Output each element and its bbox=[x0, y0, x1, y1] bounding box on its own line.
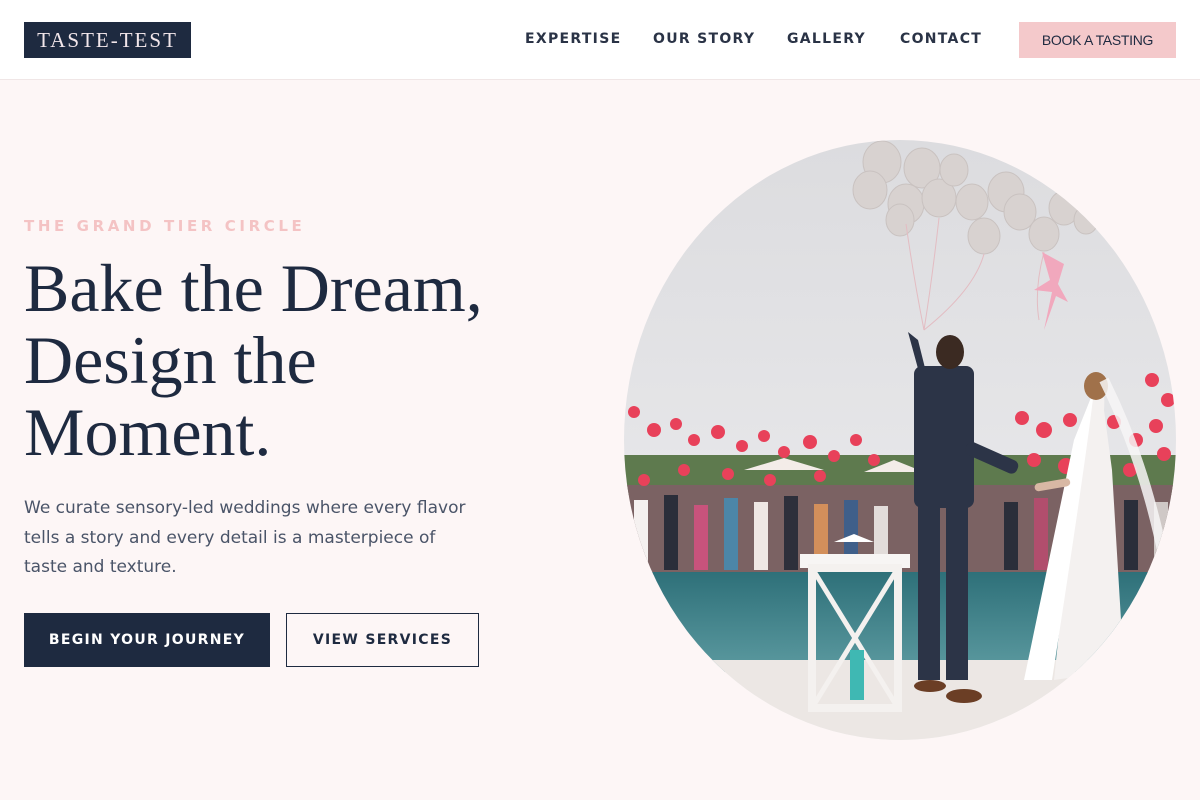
wedding-couple-balloons-photo bbox=[624, 140, 1176, 740]
logo[interactable]: TASTE-TEST bbox=[24, 22, 191, 58]
view-services-button[interactable]: VIEW SERVICES bbox=[286, 613, 479, 667]
begin-journey-button[interactable]: BEGIN YOUR JOURNEY bbox=[24, 613, 270, 667]
description-line: tells a story and every detail is a mast… bbox=[24, 527, 436, 548]
nav-link-contact[interactable]: CONTACT bbox=[900, 31, 982, 47]
hero-photo bbox=[624, 140, 1176, 740]
nav-link-gallery[interactable]: GALLERY bbox=[787, 31, 866, 47]
hero-headline: Bake the Dream, Design the Moment. bbox=[24, 252, 584, 468]
headline-line: Moment. bbox=[24, 394, 272, 470]
nav-link-expertise[interactable]: EXPERTISE bbox=[525, 31, 621, 47]
description-line: We curate sensory-led weddings where eve… bbox=[24, 498, 466, 518]
nav-link-our-story[interactable]: OUR STORY bbox=[653, 31, 755, 47]
hero-eyebrow: THE GRAND TIER CIRCLE bbox=[24, 217, 306, 235]
description-line: taste and texture. bbox=[24, 557, 177, 577]
site-header: TASTE-TEST EXPERTISE OUR STORY GALLERY C… bbox=[0, 0, 1200, 80]
hero-description: We curate sensory-led weddings where eve… bbox=[24, 494, 494, 583]
headline-line: Design the bbox=[24, 322, 317, 398]
headline-line: Bake the Dream, bbox=[24, 250, 483, 326]
book-tasting-button[interactable]: BOOK A TASTING bbox=[1019, 22, 1176, 58]
